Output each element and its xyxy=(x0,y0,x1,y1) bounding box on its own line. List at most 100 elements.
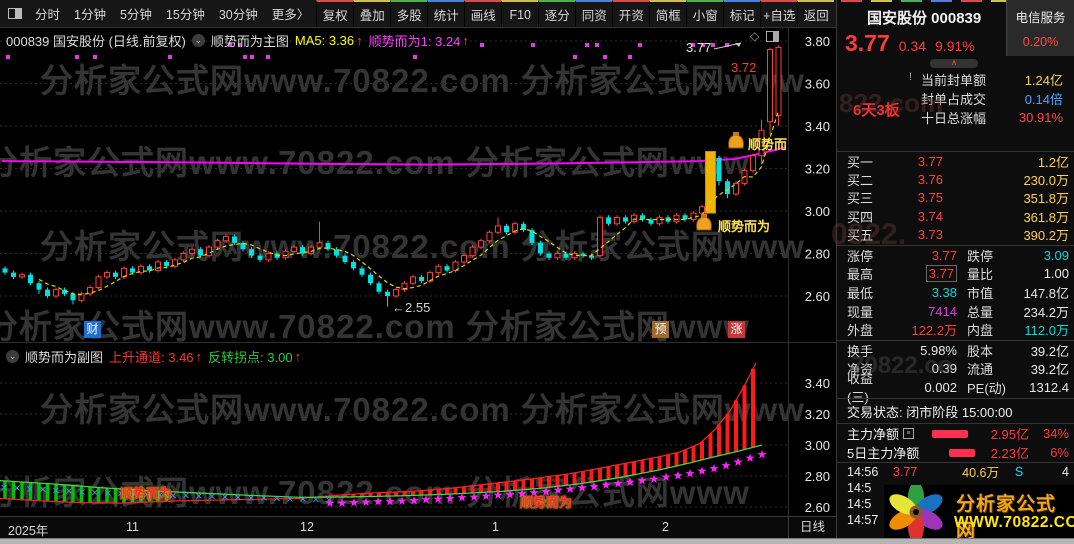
low-price-label: ←2.55 xyxy=(392,300,431,315)
svg-text:×: × xyxy=(221,492,229,503)
tick-row: 14:56 3.77 40.6万 S 4 xyxy=(847,464,1069,481)
price-change: 0.34 xyxy=(898,38,927,54)
svg-text:3.00: 3.00 xyxy=(805,204,830,219)
flower-logo-icon xyxy=(889,482,943,542)
svg-text:★: ★ xyxy=(457,491,468,505)
sector-change: 0.20% xyxy=(1022,35,1059,49)
detail-icon[interactable]: ≡ xyxy=(903,428,915,439)
stat-row: 外盘 122.2万 内盘 112.0万 xyxy=(847,323,1069,339)
svg-text:3.80: 3.80 xyxy=(805,34,830,49)
svg-text:★: ★ xyxy=(325,496,336,510)
price-change-pct: 9.91% xyxy=(935,38,975,54)
collapse-pill[interactable]: ∧ xyxy=(930,59,978,68)
svg-text:2.80: 2.80 xyxy=(805,247,830,262)
axis-month-label: 12 xyxy=(300,520,314,534)
info-label: 十日总涨幅 xyxy=(921,111,987,126)
svg-text:×: × xyxy=(78,487,86,498)
svg-text:★: ★ xyxy=(361,495,372,509)
stat-row: 收益(三) 0.002 PE(动) 1312.4 xyxy=(847,371,1069,406)
svg-text:★: ★ xyxy=(721,458,732,472)
svg-text:×: × xyxy=(182,491,190,502)
up-arrow-icon: ↑ xyxy=(195,349,203,364)
app-window: 分时 1分钟 5分钟 15分钟 30分钟 更多〉 复权 叠加 多股 统计 画线 F10 逐分 同资 开资简… xyxy=(0,0,1074,544)
info-value: 30.91% xyxy=(1018,110,1063,125)
bid-row: 买一 3.77 1.2亿 xyxy=(847,153,1069,170)
up-arrow-icon: ↑ xyxy=(294,349,302,364)
svg-text:★: ★ xyxy=(433,492,444,506)
bid-row: 买五 3.73 390.2万 xyxy=(847,227,1069,244)
diamond-icon[interactable]: ◇ xyxy=(750,29,759,43)
svg-text:×: × xyxy=(65,486,73,497)
bid-table: 买一 3.77 1.2亿 买二 3.76 230.0万 买三 3.75 351.8万 买四 3.74… xyxy=(837,151,1074,244)
ma5-value: MA5: 3.36 xyxy=(294,33,355,48)
svg-text:×: × xyxy=(26,484,34,495)
svg-text:×: × xyxy=(260,493,268,504)
svg-text:×: × xyxy=(91,487,99,498)
svg-text:3.40: 3.40 xyxy=(805,376,830,391)
sector-box[interactable]: 电信服务 0.20% xyxy=(1006,0,1074,56)
stats-table-1: 涨停 3.77 跌停 3.09 最高 3.77 量比 1.00 最低 3.38 市值 147.8亿 现量… xyxy=(837,245,1074,339)
svg-text:×: × xyxy=(234,492,242,503)
event-tag-涨[interactable]: 涨 xyxy=(728,321,745,338)
fund-flow-row: 5日主力净额 2.23亿 6% xyxy=(847,445,1069,461)
last-price: 3.77 xyxy=(845,30,890,56)
svg-text:★: ★ xyxy=(709,461,720,475)
svg-text:2.80: 2.80 xyxy=(805,469,830,484)
svg-text:3.60: 3.60 xyxy=(805,77,830,92)
svg-text:★: ★ xyxy=(637,474,648,488)
time-axis: 2025年 11 12 1 2 日线 xyxy=(0,516,836,539)
chevron-down-icon[interactable]: ⌄ xyxy=(6,350,19,363)
svg-text:×: × xyxy=(247,493,255,504)
svg-text:★: ★ xyxy=(577,481,588,495)
axis-month-label: 11 xyxy=(126,520,139,534)
bid-row: 买三 3.75 351.8万 xyxy=(847,190,1069,207)
axis-month-label: 2 xyxy=(662,520,669,534)
stock-name: 国安股份 000839 xyxy=(867,10,982,27)
svg-text:★: ★ xyxy=(625,475,636,489)
trade-status: 交易状态: 闭市阶段 15:00:00 xyxy=(847,404,1013,420)
limit-up-streak: 6天3板 xyxy=(853,102,900,119)
svg-text:★: ★ xyxy=(673,468,684,482)
svg-text:★: ★ xyxy=(649,472,660,486)
svg-text:3.00: 3.00 xyxy=(805,438,830,453)
main-indicator-label: 顺势而为主图 xyxy=(210,34,289,49)
main-chart-header: 000839 国安股份 (日线.前复权) ⌄ 顺势而为主图 MA5: 3.36 ↑… xyxy=(6,31,469,50)
svg-text:3.20: 3.20 xyxy=(805,407,830,422)
event-tag-财[interactable]: 财 xyxy=(84,321,101,338)
sub-signal-label: 顺势而为 xyxy=(120,486,173,501)
period-selector[interactable]: 日线 xyxy=(788,517,836,539)
price-row: 3.77 0.34 9.91% xyxy=(845,30,975,57)
fund-flow-row: 主力净额 ≡ 2.95亿 34% xyxy=(847,426,1069,442)
stats-table-2: 换手 5.98% 股本 39.2亿 净资 0.39 流通 39.2亿 收益(三) 0.002 PE(… xyxy=(837,340,1074,406)
logo-site-url: WWW.70822.COM xyxy=(954,514,1074,531)
svg-text:★: ★ xyxy=(493,488,504,502)
svg-text:×: × xyxy=(52,485,60,496)
sub-signal-label: 顺势而为 xyxy=(520,495,573,510)
symbol-label: 000839 国安股份 (日线.前复权) xyxy=(6,34,186,49)
svg-text:★: ★ xyxy=(337,496,348,510)
quote-panel: 国安股份 000839 电信服务 0.20% 3.77 0.34 9.91% ∧… xyxy=(831,0,1074,538)
svg-text:★: ★ xyxy=(469,490,480,504)
sub-chart-header: ⌄ 顺势而为副图 上升通道: 3.46 ↑ 反转拐点: 3.00 ↑ xyxy=(6,347,301,366)
candlestick-chart[interactable]: 3.80 3.60 3.40 3.20 3.00 2.80 2.60 3.40 3.20 3.00… xyxy=(0,0,836,544)
sector-name: 电信服务 xyxy=(1015,11,1066,25)
axis-month-label: 1 xyxy=(492,520,499,534)
svg-text:★: ★ xyxy=(385,494,396,508)
info-value: 1.24亿 xyxy=(1024,73,1063,88)
svg-text:★: ★ xyxy=(589,479,600,493)
bid-row: 买四 3.74 361.8万 xyxy=(847,208,1069,225)
alert-icon: ! xyxy=(909,71,913,83)
svg-text:★: ★ xyxy=(757,447,768,461)
channel-value: 上升通道: 3.46 xyxy=(109,350,194,365)
svg-text:×: × xyxy=(195,491,203,502)
svg-text:★: ★ xyxy=(685,467,696,481)
chart-corner-icons: ◇ xyxy=(750,29,780,43)
svg-text:★: ★ xyxy=(373,495,384,509)
svg-text:★: ★ xyxy=(745,451,756,465)
info-label: 当前封单额 xyxy=(921,73,987,88)
chevron-down-icon[interactable]: ⌄ xyxy=(191,34,205,47)
watermark-logo: 分析家公式网 WWW.70822.COM xyxy=(884,482,1074,542)
event-tag-预[interactable]: 预 xyxy=(652,321,669,338)
panel-toggle-icon[interactable] xyxy=(766,30,780,42)
svg-text:★: ★ xyxy=(601,478,612,492)
